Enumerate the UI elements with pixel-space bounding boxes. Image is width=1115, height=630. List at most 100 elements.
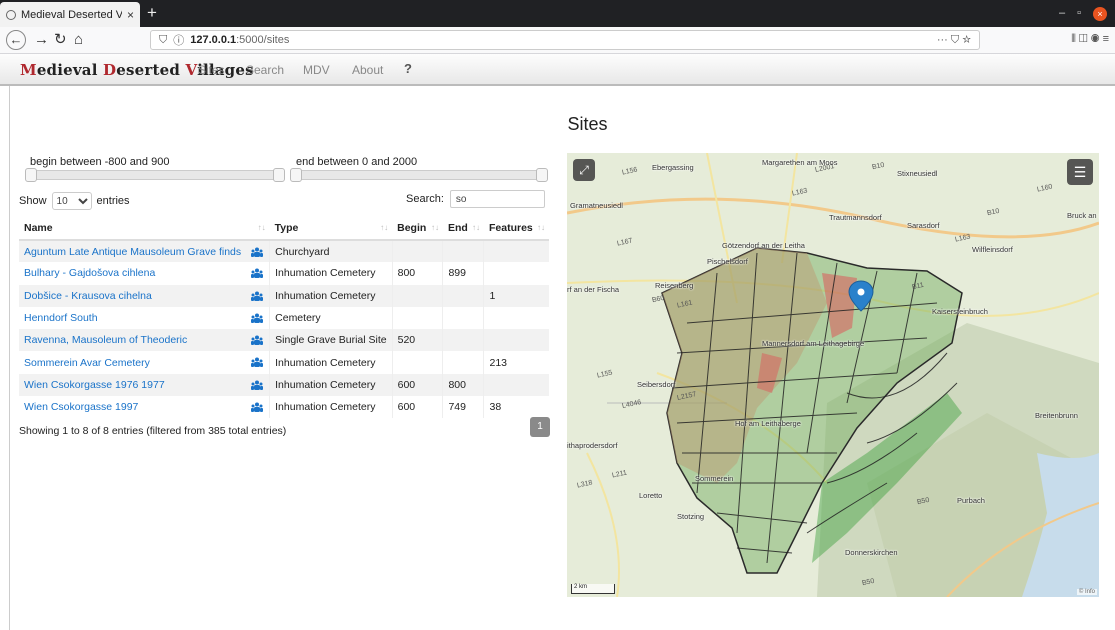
group-icon[interactable] bbox=[251, 247, 264, 257]
site-name-link[interactable]: Bulhary - Gajdošova cihlena bbox=[24, 267, 155, 279]
menu-search[interactable]: Search bbox=[246, 63, 284, 77]
map-place: Trautmannsdorf bbox=[829, 213, 882, 222]
toolbar-icons[interactable]: ⫴ ◫ ◉ ≡ bbox=[1071, 33, 1109, 46]
table-row: Dobšice - Krausova cihelna Inhumation Cem… bbox=[19, 284, 549, 307]
reload-icon[interactable]: ↻ bbox=[54, 31, 67, 49]
group-icon[interactable] bbox=[251, 335, 264, 346]
close-window-icon[interactable]: × bbox=[1093, 7, 1107, 21]
browser-tabbar: Medieval Deserted Villa × + – ▫ × bbox=[0, 0, 1115, 27]
table-search: Search: bbox=[406, 190, 545, 208]
map-place: Sommerein bbox=[695, 474, 734, 483]
map-attribution[interactable]: © Info bbox=[1076, 589, 1097, 595]
menu-mdv[interactable]: MDV bbox=[303, 63, 330, 77]
table-header-row: Name ↑↓ Type ↑↓ Begin ↑↓ End ↑↓ Features ↑↓ bbox=[19, 216, 549, 241]
site-name-link[interactable]: Aguntum Late Antique Mausoleum Grave fin… bbox=[24, 246, 241, 258]
tab-close-icon[interactable]: × bbox=[127, 8, 134, 22]
back-arrow-icon[interactable]: ← bbox=[6, 30, 26, 50]
map-place: Sarasdorf bbox=[907, 221, 940, 230]
sort-icon: ↑↓ bbox=[430, 223, 439, 232]
column-header-features[interactable]: Features ↑↓ bbox=[483, 216, 549, 241]
site-features-cell bbox=[483, 306, 549, 330]
menu-about[interactable]: About bbox=[352, 63, 383, 77]
table-row: Ravenna, Mausoleum of Theoderic Single Gr… bbox=[19, 329, 549, 352]
end-range-label: end between 0 and 2000 bbox=[296, 156, 418, 168]
page-length-select[interactable]: 10 bbox=[51, 192, 92, 210]
site-name-link[interactable]: Sommerein Avar Cemetery bbox=[24, 357, 150, 369]
group-icon[interactable] bbox=[251, 313, 264, 323]
sites-table: Name ↑↓ Type ↑↓ Begin ↑↓ End ↑↓ Features ↑↓ A… bbox=[19, 216, 549, 419]
site-name-link[interactable]: Ravenna, Mausoleum of Theoderic bbox=[24, 334, 187, 346]
column-header-type[interactable]: Type ↑↓ bbox=[269, 216, 393, 241]
browser-tab[interactable]: Medieval Deserted Villa × bbox=[0, 2, 140, 27]
map-place: Götzendorf an der Leitha bbox=[722, 241, 805, 250]
group-icon[interactable] bbox=[251, 402, 264, 413]
site-type-cell: Cemetery bbox=[269, 306, 393, 330]
site-type-cell: Inhumation Cemetery bbox=[269, 262, 393, 285]
layers-icon[interactable]: ☰ bbox=[1067, 159, 1093, 185]
map-scale: 2 km bbox=[571, 584, 615, 594]
site-name-link[interactable]: Henndorf South bbox=[24, 312, 98, 324]
map-place: Pischelsdorf bbox=[707, 257, 748, 266]
menu-help[interactable]: ? bbox=[404, 61, 412, 76]
sort-icon: ↑↓ bbox=[537, 223, 545, 232]
sort-icon: ↑↓ bbox=[257, 223, 266, 232]
page-length-control: Show 10 entries bbox=[19, 192, 130, 210]
table-row: Aguntum Late Antique Mausoleum Grave fin… bbox=[19, 240, 549, 263]
map-place: Seibersdorf bbox=[637, 380, 676, 389]
map-place: Breitenbrunn bbox=[1035, 411, 1078, 420]
table-row: Sommerein Avar Cemetery Inhumation Cemete… bbox=[19, 351, 549, 374]
site-end-cell: 800 bbox=[442, 373, 484, 397]
group-icon[interactable] bbox=[251, 357, 264, 368]
group-icon[interactable] bbox=[251, 291, 264, 301]
menu-sites[interactable]: Sites bbox=[198, 63, 225, 77]
map-place: Donnerskirchen bbox=[845, 548, 898, 557]
site-end-cell: 899 bbox=[442, 262, 484, 285]
sites-map[interactable]: ⤢ ☰ Ebergassing Margarethen am Moos Stix… bbox=[567, 153, 1099, 597]
site-end-cell: 749 bbox=[442, 396, 484, 419]
end-min-handle[interactable] bbox=[290, 168, 302, 182]
site-name-link[interactable]: Wien Csokorgasse 1997 bbox=[24, 401, 138, 413]
column-header-begin[interactable]: Begin ↑↓ bbox=[392, 216, 443, 241]
url-bar[interactable]: ⛉ ⓘ 127.0.0.1 :5000/sites ··· ⛉ ☆ bbox=[150, 30, 980, 50]
site-features-cell: 1 bbox=[483, 284, 549, 307]
minimize-icon[interactable]: – bbox=[1059, 7, 1065, 21]
info-icon: ⓘ bbox=[173, 35, 185, 47]
site-begin-cell bbox=[391, 351, 443, 374]
search-input[interactable] bbox=[449, 190, 545, 208]
table-info: Showing 1 to 8 of 8 entries (filtered fr… bbox=[19, 425, 287, 437]
begin-max-handle[interactable] bbox=[273, 168, 285, 182]
page-title: Sites bbox=[567, 114, 608, 134]
map-place: Loretto bbox=[639, 491, 663, 500]
column-header-end[interactable]: End ↑↓ bbox=[442, 216, 484, 241]
pagination-page-1[interactable]: 1 bbox=[530, 417, 550, 437]
forward-arrow-icon[interactable]: → bbox=[34, 31, 49, 49]
site-features-cell: 38 bbox=[483, 396, 549, 419]
group-icon[interactable] bbox=[251, 268, 264, 279]
column-header-name[interactable]: Name ↑↓ bbox=[19, 216, 270, 241]
url-path: :5000/sites bbox=[236, 34, 290, 46]
entries-label: entries bbox=[96, 195, 130, 207]
search-label: Search: bbox=[406, 193, 444, 205]
browser-navbar: ← → ↻ ⌂ ⛉ ⓘ 127.0.0.1 :5000/sites ··· ⛉ … bbox=[0, 27, 1115, 54]
home-icon[interactable]: ⌂ bbox=[74, 31, 83, 49]
fullscreen-icon[interactable]: ⤢ bbox=[573, 159, 595, 181]
url-host: 127.0.0.1 bbox=[190, 34, 237, 46]
end-range-slider[interactable] bbox=[290, 168, 548, 182]
site-name-link[interactable]: Dobšice - Krausova cihelna bbox=[24, 290, 152, 302]
new-tab-button[interactable]: + bbox=[147, 4, 157, 22]
begin-min-handle[interactable] bbox=[25, 168, 37, 182]
restore-icon[interactable]: ▫ bbox=[1077, 7, 1081, 21]
site-name-cell: Sommerein Avar Cemetery bbox=[19, 351, 270, 373]
map-place: Reisenberg bbox=[655, 281, 694, 290]
group-icon[interactable] bbox=[251, 380, 264, 390]
end-max-handle[interactable] bbox=[536, 168, 548, 182]
site-begin-cell bbox=[391, 284, 443, 307]
page-actions-icons[interactable]: ··· ⛉ ☆ bbox=[937, 34, 971, 47]
site-name-cell: Bulhary - Gajdošova cihlena bbox=[19, 262, 270, 284]
site-name-link[interactable]: Wien Csokorgasse 1976 1977 bbox=[24, 379, 165, 391]
tab-title: Medieval Deserted Villa bbox=[21, 8, 122, 21]
site-end-cell bbox=[442, 351, 484, 374]
site-features-cell bbox=[483, 240, 549, 263]
begin-range-slider[interactable] bbox=[25, 168, 285, 182]
site-begin-cell: 600 bbox=[391, 396, 443, 419]
